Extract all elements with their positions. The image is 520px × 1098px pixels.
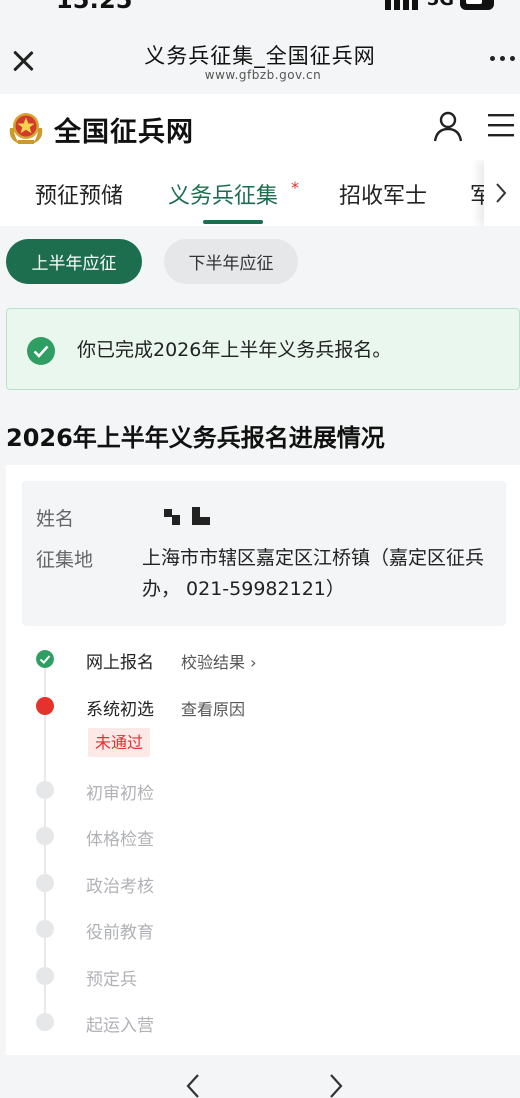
- pending-status-dot: [36, 1013, 54, 1031]
- progress-card: 姓名 征集地 上海市市辖区嘉定区江桥镇（嘉定区征兵办， 021-59982121…: [6, 465, 520, 1055]
- tab-conscript[interactable]: 义务兵征集: [168, 178, 278, 210]
- browser-url: www.gfbzb.gov.cn: [204, 68, 322, 82]
- step-initial-review: 初审初检: [6, 776, 520, 806]
- site-name: 全国征兵网: [54, 117, 194, 148]
- step-pre-service-education: 役前教育: [6, 915, 520, 945]
- first-half-button[interactable]: 上半年应征: [6, 239, 142, 284]
- step-label: 政治考核: [86, 877, 154, 897]
- pending-status-dot: [36, 967, 54, 985]
- step-political-review: 政治考核: [6, 869, 520, 899]
- user-icon[interactable]: [432, 110, 464, 142]
- step-system-screening: 系统初选 查看原因: [6, 692, 520, 722]
- second-half-button[interactable]: 下半年应征: [164, 239, 298, 284]
- view-reason-link[interactable]: 查看原因: [181, 696, 245, 720]
- tab-scroll-button[interactable]: [484, 160, 520, 226]
- place-value: 上海市市辖区嘉定区江桥镇（嘉定区征兵办， 021-59982121）: [142, 547, 485, 600]
- browser-title: 义务兵征集_全国征兵网: [144, 44, 376, 68]
- step-label: 起运入营: [86, 1016, 154, 1036]
- fail-status-dot: [36, 697, 54, 715]
- failed-badge: 未通过: [88, 728, 151, 757]
- step-label: 系统初选: [86, 700, 154, 720]
- step-label: 役前教育: [86, 923, 154, 943]
- signal-icon: [384, 0, 421, 10]
- step-label: 初审初检: [86, 784, 154, 804]
- pending-status-dot: [36, 920, 54, 938]
- pending-status-dot: [36, 781, 54, 799]
- step-physical-exam: 体格检查: [6, 822, 520, 852]
- pending-status-dot: [36, 827, 54, 845]
- verify-result-link[interactable]: 校验结果 ›: [181, 649, 257, 673]
- step-online-registration: 网上报名 校验结果 ›: [6, 645, 520, 675]
- name-redacted-mosaic: [164, 507, 210, 525]
- step-label: 体格检查: [86, 830, 154, 850]
- browser-bar: 义务兵征集_全国征兵网 www.gfbzb.gov.cn: [0, 22, 520, 94]
- step-transport-to-camp: 起运入营: [6, 1008, 520, 1038]
- status-indicators: 5G: [384, 0, 494, 10]
- name-label: 姓名: [36, 508, 75, 530]
- tab-pre-enlistment[interactable]: 预征预储: [35, 178, 123, 210]
- step-designated-recruit: 预定兵: [6, 962, 520, 992]
- applicant-info: 姓名 征集地 上海市市辖区嘉定区江桥镇（嘉定区征兵办， 021-59982121…: [22, 481, 506, 626]
- chevron-left-icon[interactable]: [183, 1073, 203, 1098]
- chevron-right-icon[interactable]: [326, 1073, 346, 1098]
- emblem-logo-icon: [9, 113, 43, 144]
- browser-bottom-nav: [0, 1055, 520, 1098]
- tab-nav: 预征预储 义务兵征集 * 招收军士 军: [0, 160, 520, 226]
- site-header: 全国征兵网: [0, 94, 520, 160]
- step-label: 预定兵: [86, 970, 137, 990]
- battery-icon: [460, 0, 494, 10]
- pending-status-dot: [36, 874, 54, 892]
- check-circle-icon: [27, 337, 55, 365]
- notice-text: 你已完成2026年上半年义务兵报名。: [77, 339, 392, 361]
- active-tab-indicator: [203, 220, 263, 224]
- place-label: 征集地: [36, 549, 94, 571]
- section-title: 2026年上半年义务兵报名进展情况: [6, 424, 385, 452]
- status-bar: 15:25 5G: [0, 0, 520, 22]
- menu-icon[interactable]: [486, 110, 516, 140]
- success-notice: 你已完成2026年上半年义务兵报名。: [6, 308, 520, 390]
- network-type: 5G: [427, 0, 454, 10]
- tab-sergeant[interactable]: 招收军士: [339, 178, 427, 210]
- check-circle-icon: [36, 650, 54, 668]
- tab-star-mark: *: [291, 178, 299, 197]
- step-label: 网上报名: [86, 653, 154, 673]
- status-time: 15:25: [56, 0, 133, 14]
- chevron-right-icon: [496, 183, 507, 203]
- more-icon[interactable]: [490, 56, 518, 66]
